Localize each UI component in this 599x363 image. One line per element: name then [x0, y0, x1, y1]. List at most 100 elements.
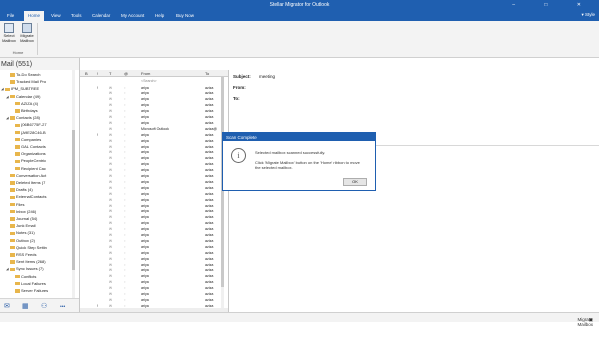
attach-icon: ▫ — [124, 280, 126, 285]
attach-icon: ▫ — [124, 262, 126, 267]
from-cell: ariya — [141, 144, 149, 149]
tab-home[interactable]: Home — [24, 11, 45, 21]
contacts-icon[interactable]: ⚇ — [41, 302, 47, 310]
from-cell: ariya — [141, 262, 149, 267]
folder-item[interactable]: {06B6775F-27 — [11, 122, 47, 129]
folder-label: Birthdays — [21, 108, 38, 113]
folder-item[interactable]: RSS Feeds — [6, 252, 36, 259]
folder-item[interactable]: PeopleCentric — [11, 158, 46, 165]
folder-item[interactable]: Journal (54) — [6, 216, 37, 223]
col-type[interactable]: T — [109, 71, 111, 76]
from-cell: ariya — [141, 303, 149, 308]
folder-item[interactable]: {A9E28C46-B — [11, 130, 46, 137]
folder-icon — [5, 87, 10, 92]
folder-item[interactable]: ExternalContacts — [6, 194, 46, 201]
folder-icon — [10, 260, 15, 264]
to-cell: aziza — [205, 268, 214, 273]
folder-label: Junk Email — [16, 223, 36, 229]
folder-icon — [10, 238, 15, 243]
mail-icon[interactable]: ✉ — [4, 302, 10, 310]
folder-item[interactable]: GAL Contacts — [11, 144, 46, 151]
tab-file[interactable]: File — [7, 13, 14, 18]
window-title: Stellar Migrator for Outlook — [269, 2, 330, 8]
folder-item[interactable]: Companies — [11, 137, 41, 144]
tab-my-account[interactable]: My Account — [121, 13, 144, 18]
to-cell: aziza — [205, 179, 214, 184]
search-row[interactable]: <Search> — [80, 78, 220, 84]
tab-help[interactable]: Help — [155, 13, 164, 18]
envelope-icon: ✉ — [109, 109, 113, 114]
from-cell: ariya — [141, 185, 149, 190]
folder-item[interactable]: Tracked Mail Pro — [6, 79, 46, 86]
tree-scrollbar[interactable] — [72, 70, 75, 298]
folder-item[interactable]: Organizations — [11, 151, 46, 158]
to-cell: aziza — [205, 262, 214, 267]
folder-item[interactable]: To-Do Search — [6, 72, 40, 79]
ok-button[interactable]: OK — [343, 178, 367, 186]
envelope-icon: ✉ — [109, 203, 113, 208]
to-cell: aziza@ — [205, 126, 218, 131]
folder-item[interactable]: Quick Step Settin — [6, 245, 47, 252]
style-menu[interactable]: ▾ Style — [581, 12, 595, 18]
to-cell: aziza — [205, 156, 214, 161]
calendar-icon[interactable]: ▦ — [22, 302, 29, 310]
window-controls[interactable]: – □ ✕ — [512, 2, 595, 8]
dialog-message-3: the selected mailbox. — [255, 165, 293, 170]
folder-item[interactable]: Conflicts — [11, 274, 36, 281]
folder-item[interactable]: Server Failures — [11, 288, 48, 295]
col-importance[interactable]: ! — [97, 71, 98, 76]
table-row[interactable]: ! ✉ ▫ ariya aziza — [80, 303, 220, 309]
from-cell: ariya — [141, 132, 149, 137]
folder-item[interactable]: Drafts (4) — [6, 187, 33, 194]
folder-label: Notes (31) — [16, 230, 35, 236]
folder-item[interactable]: Deleted Items (7 — [6, 180, 45, 187]
tab-view[interactable]: View — [51, 13, 61, 18]
tab-calendar[interactable]: Calendar — [92, 13, 110, 18]
maximize-button[interactable]: □ — [544, 2, 561, 8]
from-cell: ariya — [141, 91, 149, 96]
folder-tree: To-Do Search Tracked Mail Pro ◢ IPM_SUBTREE… — [0, 70, 79, 298]
folder-item[interactable]: Sent Items (268) — [6, 259, 46, 266]
tab-buy-now[interactable]: Buy Now — [176, 13, 194, 18]
folder-icon — [10, 209, 15, 214]
envelope-icon: ✉ — [109, 91, 113, 96]
folder-item[interactable]: ◢ Calendar (49) — [6, 94, 40, 101]
folder-icon — [10, 267, 15, 272]
col-attachment[interactable]: B — [85, 71, 88, 76]
folder-icon — [15, 274, 20, 279]
folder-icon — [15, 145, 20, 149]
folder-item[interactable]: Conversation Act — [6, 173, 46, 180]
folder-item[interactable]: Junk Email — [6, 223, 36, 230]
migrate-mailbox-button[interactable]: Migrate Mailbox — [18, 23, 36, 43]
envelope-icon: ✉ — [109, 120, 113, 125]
list-scrollbar[interactable] — [221, 77, 224, 308]
envelope-icon: ✉ — [109, 227, 113, 232]
folder-item[interactable]: Birthdays — [11, 108, 38, 115]
folder-item[interactable]: Notes (31) — [6, 230, 35, 237]
tab-tools[interactable]: Tools — [71, 13, 82, 18]
attach-icon: ▫ — [124, 150, 126, 155]
folder-icon — [10, 224, 15, 228]
tree-scroll-thumb[interactable] — [72, 130, 75, 270]
folder-item[interactable]: Local Failures — [11, 281, 46, 288]
minimize-button[interactable]: – — [512, 2, 529, 8]
close-button[interactable]: ✕ — [577, 2, 595, 8]
search-input[interactable]: <Search> — [141, 79, 157, 83]
folder-item[interactable]: Files — [6, 202, 24, 209]
to-cell: aziza — [205, 109, 214, 114]
from-label: From: — [233, 85, 246, 90]
folder-item[interactable]: Inbox (246) — [6, 209, 36, 216]
from-cell: ariya — [141, 233, 149, 237]
folder-item[interactable]: Outbox (2) — [6, 238, 35, 245]
folder-item[interactable]: Recipient Cac — [11, 166, 46, 173]
folder-item[interactable]: ◢ IPM_SUBTREE — [1, 86, 39, 93]
folder-item[interactable]: AZIZA (4) — [11, 101, 38, 108]
folder-item[interactable]: ◢ Sync Issues (7) — [6, 266, 44, 273]
from-cell: ariya — [141, 150, 149, 155]
col-from[interactable]: From — [141, 71, 150, 76]
folder-item[interactable]: ◢ Contacts (28) — [6, 115, 40, 122]
more-icon[interactable]: ••• — [60, 304, 65, 310]
select-mailbox-button[interactable]: Select Mailbox — [0, 23, 18, 43]
col-to[interactable]: To — [205, 71, 209, 76]
col-attach[interactable]: @ — [124, 71, 128, 76]
